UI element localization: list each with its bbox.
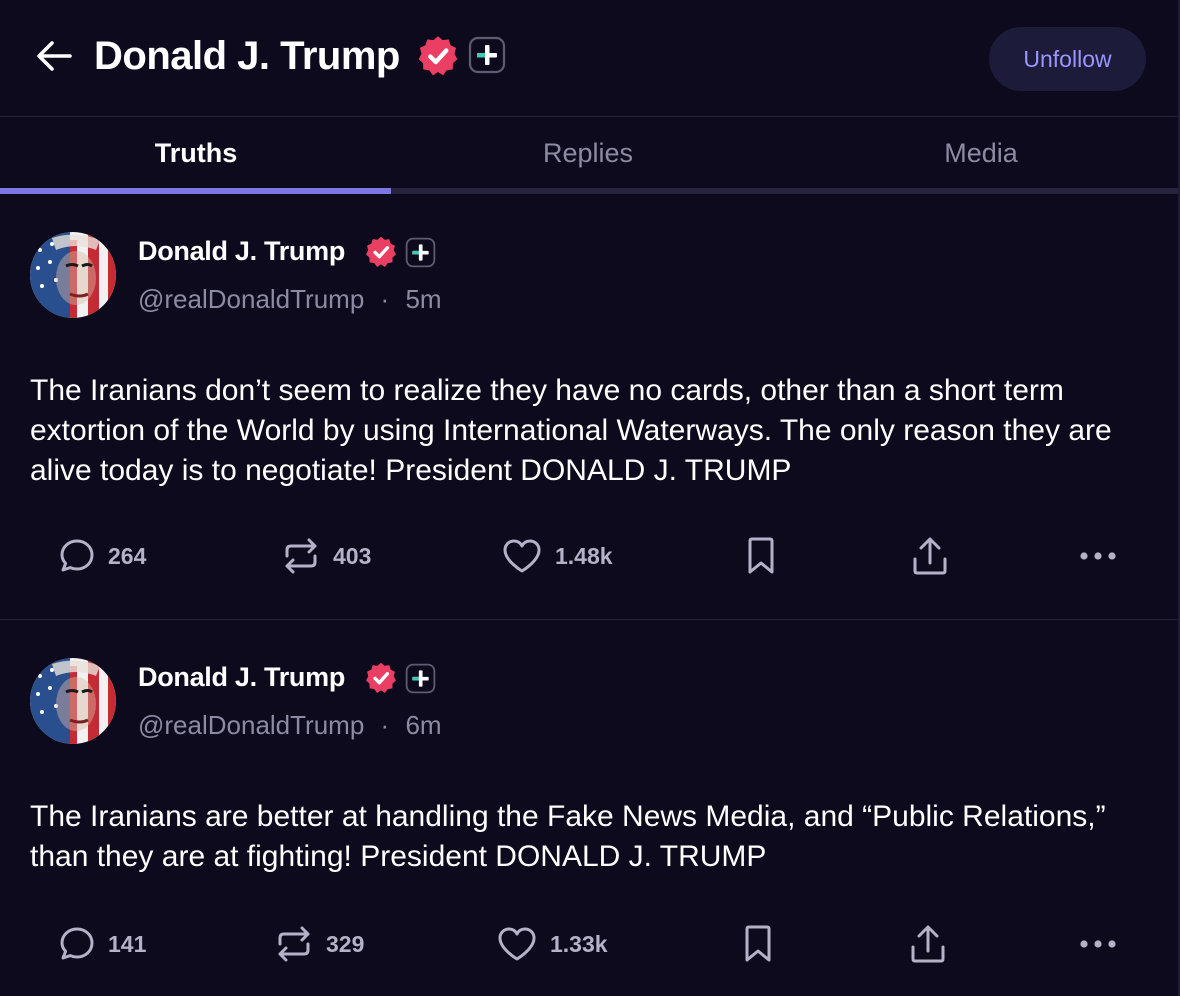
- retruth-icon: [278, 926, 310, 962]
- author-name[interactable]: Donald J. Trump: [138, 234, 345, 268]
- more-icon: [1080, 552, 1116, 560]
- reply-count: 264: [108, 542, 147, 569]
- verified-badge-icon: [364, 235, 398, 269]
- post-text: The Iranians don’t seem to realize they …: [30, 374, 1112, 487]
- share-button[interactable]: [910, 532, 950, 580]
- retruth-button[interactable]: 403: [281, 532, 371, 580]
- tab-truths[interactable]: Truths: [0, 117, 392, 189]
- bookmark-icon: [748, 537, 774, 574]
- more-options-button[interactable]: [1078, 532, 1118, 580]
- profile-page: Donald J. Trump Unfollow Truths Replies …: [0, 0, 1180, 996]
- share-icon: [913, 537, 947, 575]
- like-button[interactable]: 1.48k: [501, 532, 613, 580]
- back-arrow-icon[interactable]: [34, 38, 74, 74]
- like-button[interactable]: 1.33k: [496, 920, 608, 968]
- post[interactable]: Donald J. Trump @realDonaldTrump · 5m Th…: [0, 194, 1178, 620]
- plus-badge-icon[interactable]: [468, 36, 506, 74]
- author-name[interactable]: Donald J. Trump: [138, 660, 345, 694]
- comment-icon: [60, 539, 94, 572]
- unfollow-button[interactable]: Unfollow: [989, 27, 1146, 91]
- bookmark-button[interactable]: [742, 920, 774, 968]
- bookmark-button[interactable]: [745, 532, 777, 580]
- bookmark-icon: [745, 925, 771, 962]
- separator: ·: [380, 710, 390, 740]
- post-time[interactable]: 6m: [405, 710, 441, 740]
- heart-icon: [498, 927, 536, 961]
- tab-media[interactable]: Media: [785, 117, 1177, 189]
- post-actions: 264 403 1.48k: [0, 532, 1178, 580]
- verified-badge-icon: [416, 34, 460, 78]
- profile-header: Donald J. Trump Unfollow: [0, 0, 1178, 116]
- like-count: 1.33k: [550, 930, 608, 957]
- avatar[interactable]: [30, 232, 116, 318]
- post-actions: 141 329 1.33k: [0, 920, 1178, 968]
- reply-button[interactable]: 141: [58, 920, 146, 968]
- separator: ·: [380, 284, 390, 314]
- post-text: The Iranians are better at handling the …: [30, 800, 1106, 873]
- reply-button[interactable]: 264: [58, 532, 146, 580]
- author-handle[interactable]: @realDonaldTrump: [138, 284, 364, 314]
- author-handle[interactable]: @realDonaldTrump: [138, 710, 364, 740]
- more-options-button[interactable]: [1078, 920, 1118, 968]
- retruth-count: 403: [333, 542, 372, 569]
- reply-count: 141: [108, 930, 147, 957]
- like-count: 1.48k: [555, 542, 613, 569]
- share-icon: [911, 925, 945, 963]
- more-icon: [1080, 940, 1116, 948]
- post[interactable]: Donald J. Trump @realDonaldTrump · 6m Th…: [0, 620, 1178, 996]
- retruth-icon: [285, 538, 317, 574]
- page-title: Donald J. Trump: [94, 34, 400, 78]
- comment-icon: [60, 927, 94, 960]
- retruth-count: 329: [326, 930, 365, 957]
- handle-line: @realDonaldTrump · 5m: [138, 282, 442, 316]
- post-time[interactable]: 5m: [405, 284, 441, 314]
- handle-line: @realDonaldTrump · 6m: [138, 708, 442, 742]
- verified-badge-icon: [364, 661, 398, 695]
- plus-badge-icon[interactable]: [405, 237, 436, 268]
- tab-replies[interactable]: Replies: [392, 117, 784, 189]
- heart-icon: [503, 539, 541, 573]
- avatar[interactable]: [30, 658, 116, 744]
- profile-tabs: Truths Replies Media: [0, 116, 1178, 194]
- retruth-button[interactable]: 329: [274, 920, 364, 968]
- plus-badge-icon[interactable]: [405, 663, 436, 694]
- share-button[interactable]: [908, 920, 948, 968]
